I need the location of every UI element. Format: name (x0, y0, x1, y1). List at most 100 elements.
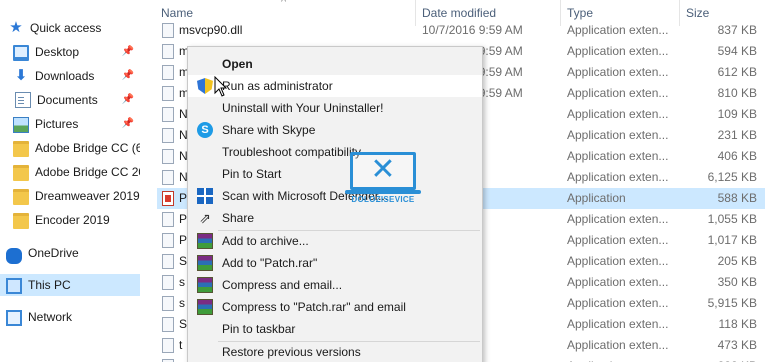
menu-item-label: Run as administrator (222, 79, 333, 93)
file-type: Application exten... (567, 149, 669, 163)
file-type: Application (567, 191, 626, 205)
file-type: Application exten... (567, 44, 669, 58)
star-icon: ★ (9, 19, 23, 36)
file-type: Application exten... (567, 275, 669, 289)
menu-item-share-with-skype[interactable]: S Share with Skype (188, 119, 482, 141)
menu-item-troubleshoot[interactable]: Troubleshoot compatibility (188, 141, 482, 163)
menu-item-scan-defender[interactable]: Scan with Microsoft Defender... (188, 185, 482, 207)
dll-file-icon (162, 107, 174, 122)
nav-item-label: Adobe Bridge CC (6 (35, 141, 140, 155)
nav-item-label: Quick access (30, 21, 102, 35)
menu-item-add-to-patch-rar[interactable]: Add to "Patch.rar" (188, 252, 482, 274)
menu-item-uninstall[interactable]: Uninstall with Your Uninstaller! (188, 97, 482, 119)
nav-item-folder[interactable]: Adobe Bridge CC (6 (0, 137, 140, 159)
menu-item-restore-versions[interactable]: Restore previous versions (188, 341, 482, 362)
dll-file-icon (162, 128, 174, 143)
nav-item-this-pc[interactable]: This PC (0, 274, 140, 296)
file-size: 5,915 KB (707, 296, 757, 310)
file-size: 350 KB (717, 275, 757, 289)
nav-item-desktop[interactable]: Desktop 📌 (0, 41, 140, 63)
file-size: 612 KB (717, 65, 757, 79)
desktop-icon (13, 45, 29, 61)
nav-item-label: Desktop (35, 45, 80, 59)
file-name: msvcp90.dll (179, 23, 243, 37)
nav-item-label: OneDrive (28, 246, 79, 260)
menu-item-label: Share with Skype (222, 123, 316, 137)
winrar-icon (197, 255, 213, 271)
uac-shield-icon (197, 78, 213, 94)
menu-item-label: Add to "Patch.rar" (222, 256, 318, 270)
dll-file-icon (162, 212, 174, 227)
nav-item-documents[interactable]: Documents 📌 (0, 89, 140, 111)
file-size: 473 KB (717, 338, 757, 352)
nav-item-folder[interactable]: Encoder 2019 (0, 209, 140, 231)
pin-icon[interactable]: 📌 (122, 70, 134, 81)
dll-file-icon (162, 275, 174, 290)
nav-item-quick-access[interactable]: ★ Quick access (0, 17, 140, 39)
menu-item-label: Compress to "Patch.rar" and email (222, 300, 406, 314)
folder-icon (13, 213, 29, 229)
file-type: Application exten... (567, 65, 669, 79)
column-header-label: Size (686, 6, 710, 20)
file-type: Application exten... (567, 107, 669, 121)
menu-item-share[interactable]: ⇗ Share (188, 207, 482, 229)
file-row[interactable]: msvcp90.dll 10/7/2016 9:59 AM Application … (157, 20, 765, 41)
watermark-logo: ✕ DOLOZISEVICE (345, 150, 421, 210)
mouse-cursor-icon (214, 76, 228, 97)
application-icon (162, 191, 174, 206)
menu-item-label: Add to archive... (222, 234, 309, 248)
menu-item-label: Pin to Start (222, 167, 282, 181)
file-type: Application exten... (567, 233, 669, 247)
computer-icon (6, 278, 22, 294)
menu-item-open[interactable]: Open (188, 53, 482, 75)
pane-divider[interactable] (140, 0, 156, 362)
nav-item-folder[interactable]: Dreamweaver 2019 (0, 185, 140, 207)
file-size: 588 KB (717, 191, 757, 205)
nav-item-label: Network (28, 310, 73, 324)
defender-icon (197, 188, 213, 204)
nav-item-downloads[interactable]: ⬇ Downloads 📌 (0, 65, 140, 87)
menu-item-label: Open (222, 57, 253, 71)
nav-item-pictures[interactable]: Pictures 📌 (0, 113, 140, 135)
menu-item-run-as-administrator[interactable]: Run as administrator (188, 75, 482, 97)
file-size: 1,017 KB (707, 233, 757, 247)
nav-item-network[interactable]: Network (0, 306, 140, 328)
dll-file-icon (162, 338, 174, 353)
nav-item-onedrive[interactable]: OneDrive (0, 242, 140, 264)
file-type: Application exten... (567, 170, 669, 184)
file-type: Application exten... (567, 212, 669, 226)
file-type: Application exten... (567, 356, 682, 362)
menu-item-pin-to-start[interactable]: Pin to Start (188, 163, 482, 185)
download-icon: ⬇ (14, 67, 28, 84)
winrar-icon (197, 299, 213, 315)
menu-item-compress-email[interactable]: Compress and email... (188, 274, 482, 296)
pin-icon[interactable]: 📌 (122, 94, 134, 105)
nav-item-label: Downloads (35, 69, 95, 83)
skype-icon: S (197, 122, 213, 138)
pin-icon[interactable]: 📌 (122, 118, 134, 129)
nav-item-label: Pictures (35, 117, 79, 131)
dll-file-icon (162, 86, 174, 101)
documents-icon (15, 92, 31, 108)
dll-file-icon (162, 296, 174, 311)
share-icon: ⇗ (199, 210, 211, 226)
file-size: 1,055 KB (707, 212, 757, 226)
context-menu: Open Run as administrator Uninstall with… (187, 46, 483, 362)
menu-item-compress-patch-email[interactable]: Compress to "Patch.rar" and email (188, 296, 482, 318)
file-size: 118 KB (718, 317, 757, 331)
nav-item-label: Encoder 2019 (35, 213, 110, 227)
menu-item-label: Compress and email... (222, 278, 343, 292)
nav-item-folder[interactable]: Adobe Bridge CC 20 (0, 161, 140, 183)
file-size: 6,125 KB (707, 170, 757, 184)
folder-icon (13, 189, 29, 205)
monitor-base (345, 190, 421, 194)
menu-item-label: Restore previous versions (222, 345, 361, 359)
pin-icon[interactable]: 📌 (122, 46, 134, 57)
dll-file-icon (162, 317, 174, 332)
menu-item-pin-to-taskbar[interactable]: Pin to taskbar (188, 318, 482, 340)
menu-item-add-to-archive[interactable]: Add to archive... (188, 230, 482, 252)
tools-icon: ✕ (370, 153, 396, 186)
dll-file-icon (162, 233, 174, 248)
nav-item-label: Documents (37, 93, 98, 107)
network-icon (6, 310, 22, 326)
